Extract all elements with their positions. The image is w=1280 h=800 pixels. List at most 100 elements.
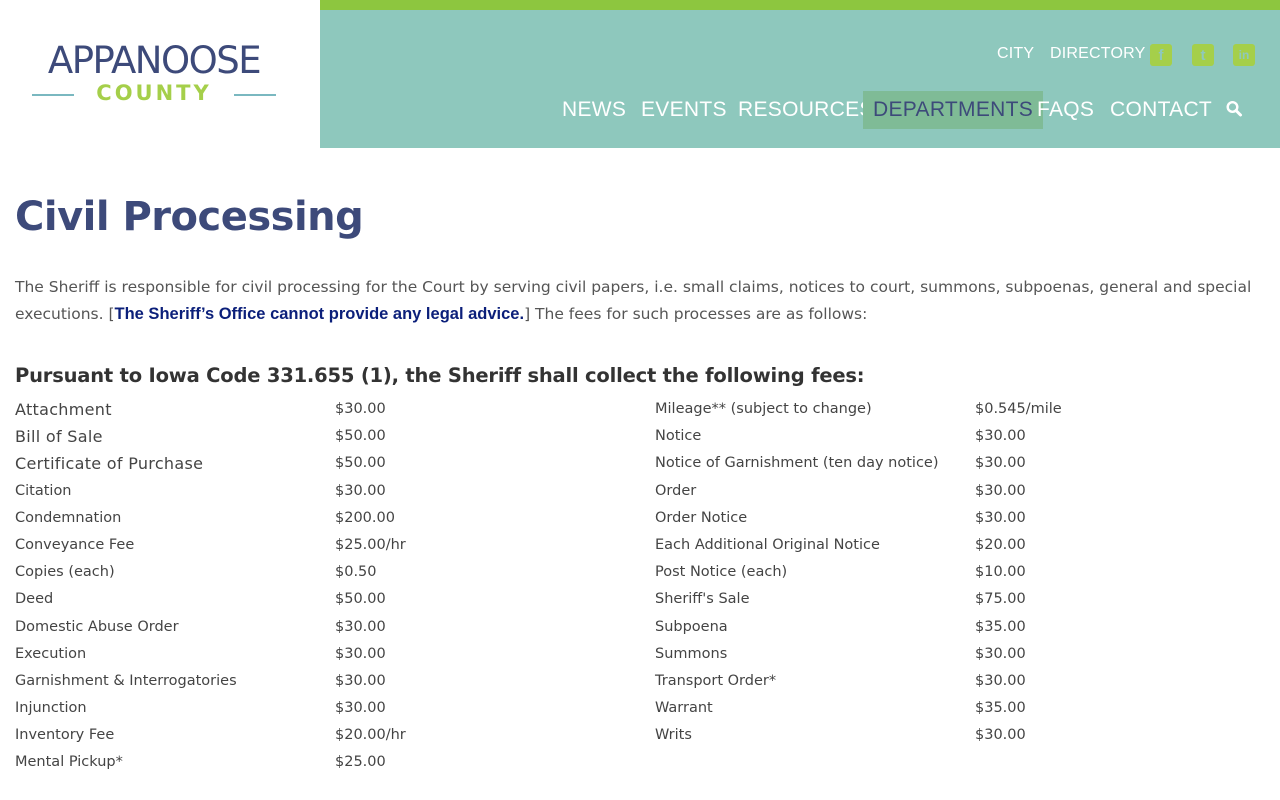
fee-amount: $0.50 xyxy=(335,564,377,581)
fee-name: Summons xyxy=(655,645,728,662)
fee-name: Bill of Sale xyxy=(15,427,103,447)
fee-name: Post Notice (each) xyxy=(655,564,788,581)
fee-list-left: Attachment $30.00 Bill of Sale $50.00 Cert… xyxy=(15,397,635,778)
fee-amount: $30.00 xyxy=(335,700,386,717)
fee-name: Each Additional Original Notice xyxy=(655,536,880,553)
utility-link-directory[interactable]: DIRECTORY xyxy=(1050,45,1145,63)
fee-row: Warrant $35.00 xyxy=(655,696,1255,723)
fee-row: Domestic Abuse Order $30.00 xyxy=(15,615,635,642)
fee-row: Copies (each) $0.50 xyxy=(15,560,635,587)
fee-name: Order Notice xyxy=(655,509,748,526)
fee-name: Notice of Garnishment (ten day notice) xyxy=(655,455,939,472)
fee-row: Sheriff's Sale $75.00 xyxy=(655,587,1255,614)
fee-row: Certificate of Purchase $50.00 xyxy=(15,451,635,478)
logo-county-text: COUNTY xyxy=(96,81,212,105)
fee-amount: $30.00 xyxy=(975,482,1026,499)
fee-row: Transport Order* $30.00 xyxy=(655,669,1255,696)
fee-amount: $20.00 xyxy=(975,536,1026,553)
fee-amount: $30.00 xyxy=(975,727,1026,744)
fee-amount: $25.00/hr xyxy=(335,536,406,553)
utility-link-city[interactable]: CITY xyxy=(997,45,1034,63)
search-icon[interactable] xyxy=(1225,99,1245,121)
logo-wordmark-bottom: COUNTY xyxy=(32,80,276,106)
fee-amount: $0.545/mile xyxy=(975,401,1062,417)
fee-name: Subpoena xyxy=(655,618,728,635)
fee-row: Garnishment & Interrogatories $30.00 xyxy=(15,669,635,696)
nav-item-resources[interactable]: RESOURCES xyxy=(738,91,874,129)
fee-name: Copies (each) xyxy=(15,564,115,581)
fees-subheading: Pursuant to Iowa Code 331.655 (1), the S… xyxy=(15,364,865,387)
fee-name: Mental Pickup* xyxy=(15,754,123,771)
nav-item-faqs[interactable]: FAQS xyxy=(1037,91,1094,129)
fee-amount: $50.00 xyxy=(335,428,386,445)
facebook-icon[interactable]: f xyxy=(1150,44,1172,66)
fee-amount: $30.00 xyxy=(335,401,386,417)
fee-amount: $30.00 xyxy=(975,645,1026,662)
fee-amount: $25.00 xyxy=(335,754,386,771)
nav-item-events[interactable]: EVENTS xyxy=(641,91,727,129)
site-logo[interactable]: APPANOOSE COUNTY xyxy=(0,0,320,148)
fee-name: Writs xyxy=(655,727,692,744)
nav-item-departments[interactable]: DEPARTMENTS xyxy=(863,91,1044,129)
fee-row: Inventory Fee $20.00/hr xyxy=(15,723,635,750)
fee-amount: $30.00 xyxy=(335,672,386,689)
fee-row: Subpoena $35.00 xyxy=(655,615,1255,642)
fee-row: Conveyance Fee $25.00/hr xyxy=(15,533,635,560)
fee-name: Transport Order* xyxy=(655,672,777,689)
fee-name: Garnishment & Interrogatories xyxy=(15,672,237,689)
fee-row: Notice $30.00 xyxy=(655,424,1255,451)
legal-advice-notice: The Sheriff’s Office cannot provide any … xyxy=(114,305,525,323)
fee-amount: $50.00 xyxy=(335,591,386,608)
fee-amount: $35.00 xyxy=(975,618,1026,635)
page-title: Civil Processing xyxy=(15,194,364,240)
header-accent-stripe xyxy=(320,0,1280,10)
intro-text-end: ] The fees for such processes are as fol… xyxy=(524,305,868,323)
fee-name: Execution xyxy=(15,645,87,662)
fee-name: Domestic Abuse Order xyxy=(15,618,179,635)
fee-amount: $75.00 xyxy=(975,591,1026,608)
fee-row: Execution $30.00 xyxy=(15,642,635,669)
fee-amount: $200.00 xyxy=(335,509,395,526)
fee-name: Condemnation xyxy=(15,509,122,526)
fee-name: Inventory Fee xyxy=(15,727,115,744)
fee-row: Bill of Sale $50.00 xyxy=(15,424,635,451)
linkedin-icon[interactable]: in xyxy=(1233,44,1255,66)
fee-amount: $30.00 xyxy=(335,618,386,635)
fee-row: Order $30.00 xyxy=(655,479,1255,506)
nav-item-news[interactable]: NEWS xyxy=(562,91,626,129)
logo-rule-right xyxy=(234,94,276,96)
fee-row: Summons $30.00 xyxy=(655,642,1255,669)
fee-amount: $10.00 xyxy=(975,564,1026,581)
fee-name: Citation xyxy=(15,482,72,499)
fee-name: Warrant xyxy=(655,700,713,717)
fee-name: Notice xyxy=(655,428,702,445)
fee-row: Notice of Garnishment (ten day notice) $3… xyxy=(655,451,1255,478)
fee-row: Deed $50.00 xyxy=(15,587,635,614)
fee-amount: $30.00 xyxy=(335,482,386,499)
fee-row: Citation $30.00 xyxy=(15,479,635,506)
fee-amount: $50.00 xyxy=(335,455,386,472)
fee-amount: $20.00/hr xyxy=(335,727,406,744)
fee-row: Mileage** (subject to change) $0.545/mile xyxy=(655,397,1255,424)
fee-amount: $35.00 xyxy=(975,700,1026,717)
fee-name: Conveyance Fee xyxy=(15,536,135,553)
twitter-icon[interactable]: t xyxy=(1192,44,1214,66)
fee-amount: $30.00 xyxy=(975,428,1026,445)
logo-wordmark-top: APPANOOSE xyxy=(47,39,262,82)
fee-name: Certificate of Purchase xyxy=(15,454,204,474)
fee-list-right: Mileage** (subject to change) $0.545/mile… xyxy=(655,397,1255,750)
nav-item-contact[interactable]: CONTACT xyxy=(1110,91,1212,129)
fee-row: Attachment $30.00 xyxy=(15,397,635,424)
intro-paragraph: The Sheriff is responsible for civil pro… xyxy=(15,274,1265,328)
fee-name: Injunction xyxy=(15,700,87,717)
fee-name: Attachment xyxy=(15,400,112,419)
fee-name: Order xyxy=(655,482,697,499)
fee-row: Order Notice $30.00 xyxy=(655,506,1255,533)
fee-amount: $30.00 xyxy=(975,509,1026,526)
fee-row: Injunction $30.00 xyxy=(15,696,635,723)
fee-row: Each Additional Original Notice $20.00 xyxy=(655,533,1255,560)
fee-row: Condemnation $200.00 xyxy=(15,506,635,533)
fee-row: Writs $30.00 xyxy=(655,723,1255,750)
fee-amount: $30.00 xyxy=(975,672,1026,689)
fee-row: Post Notice (each) $10.00 xyxy=(655,560,1255,587)
